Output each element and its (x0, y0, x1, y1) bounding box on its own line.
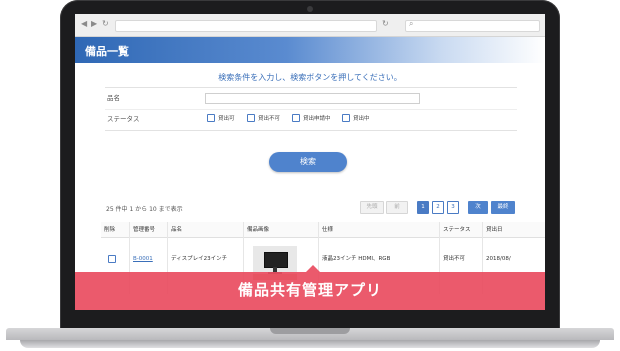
column-header-delete: 削除 (101, 222, 129, 238)
search-filter: 品名 ステータス 貸出可 貸出不可 貸出申請中 貸出中 (105, 87, 517, 131)
banner-pointer (306, 265, 320, 272)
reload-icon[interactable]: ↻ (102, 19, 109, 28)
column-header-name[interactable]: 品名 (168, 222, 243, 238)
status-option-label: 貸出中 (353, 116, 370, 122)
status-checkbox-requested[interactable]: 貸出申請中 (292, 114, 331, 122)
pager-page-1[interactable]: 1 (417, 201, 429, 214)
page-header: 備品一覧 (75, 37, 545, 63)
column-header-image: 備品画像 (244, 222, 318, 238)
search-button[interactable]: 検索 (269, 152, 347, 172)
laptop-base-bottom (20, 340, 600, 348)
filter-row-name: 品名 (105, 88, 517, 110)
reload-icon[interactable]: ↻ (382, 19, 389, 28)
checkbox-icon[interactable] (247, 114, 255, 122)
browser-search-input[interactable]: ⌕ (405, 19, 540, 32)
name-input[interactable] (205, 93, 420, 104)
pager-prev-button[interactable]: 前 (386, 201, 408, 214)
search-icon: ⌕ (409, 19, 414, 28)
instruction-text: 検索条件を入力し、検索ボタンを押してください。 (218, 73, 402, 82)
status-checkbox-lent[interactable]: 貸出中 (342, 114, 370, 122)
pager-page-2[interactable]: 2 (432, 201, 444, 214)
status-checkbox-available[interactable]: 貸出可 (207, 114, 235, 122)
pager-page-3[interactable]: 3 (447, 201, 459, 214)
checkbox-icon[interactable] (342, 114, 350, 122)
banner-text: 備品共有管理アプリ (237, 281, 382, 299)
app-name-banner: 備品共有管理アプリ (75, 265, 545, 310)
pager-next-button[interactable]: 次 (468, 201, 488, 214)
filter-row-status: ステータス 貸出可 貸出不可 貸出申請中 貸出中 (105, 109, 517, 130)
camera-icon (307, 6, 313, 12)
status-checkbox-unavailable[interactable]: 貸出不可 (247, 114, 280, 122)
delete-checkbox[interactable] (108, 255, 116, 263)
status-option-label: 貸出申請中 (303, 116, 331, 122)
pager-first-button[interactable]: 先頭 (360, 201, 384, 214)
status-option-label: 貸出可 (218, 116, 235, 122)
laptop-notch (270, 328, 350, 334)
name-label: 品名 (107, 94, 120, 102)
checkbox-icon[interactable] (292, 114, 300, 122)
result-count: 25 件中 1 から 10 まで表示 (106, 206, 183, 213)
browser-toolbar: ◀ ▶ ↻ ↻ ⌕ (75, 14, 545, 37)
address-bar[interactable] (115, 20, 377, 32)
chevron-left-icon[interactable]: ◀ (81, 19, 87, 28)
equipment-id-link[interactable]: B-0001 (133, 256, 153, 262)
column-header-spec[interactable]: 仕様 (319, 222, 439, 238)
column-header-status[interactable]: ステータス (440, 222, 482, 238)
checkbox-icon[interactable] (207, 114, 215, 122)
status-label: ステータス (107, 115, 140, 123)
column-header-date[interactable]: 貸出日 (483, 222, 545, 238)
chevron-right-icon[interactable]: ▶ (91, 19, 97, 28)
status-option-label: 貸出不可 (258, 116, 281, 122)
pager-last-button[interactable]: 最終 (491, 201, 515, 214)
column-header-id[interactable]: 管理番号 (130, 222, 167, 238)
laptop-base (0, 322, 620, 351)
page-title: 備品一覧 (85, 45, 129, 58)
